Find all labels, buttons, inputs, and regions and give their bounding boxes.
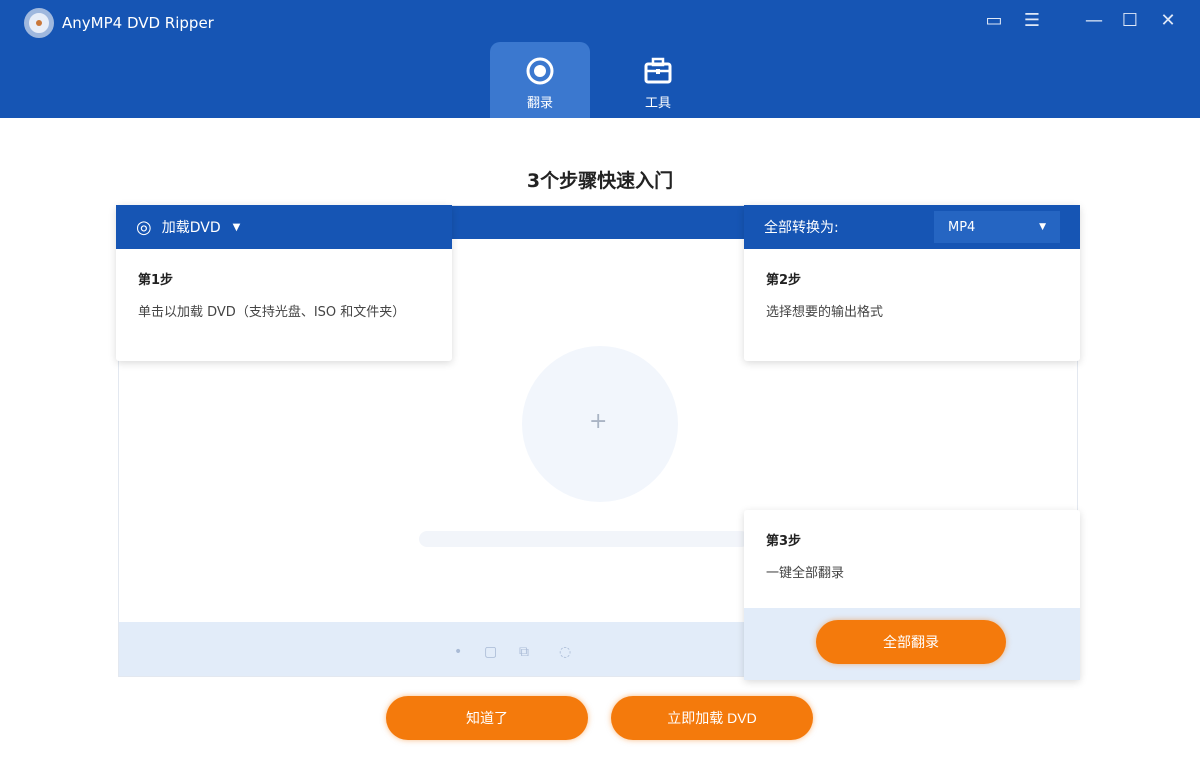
load-dvd-label: 加载DVD — [161, 220, 221, 236]
caret-down-icon: ▼ — [1039, 222, 1046, 232]
format-select[interactable]: MP4 ▼ — [934, 211, 1060, 243]
app-logo-icon — [24, 8, 54, 38]
rip-all-button[interactable]: 全部翻录 — [816, 620, 1006, 664]
minimize-icon[interactable]: — — [1082, 10, 1106, 31]
step3-card: 第3步 一键全部翻录 全部翻录 — [744, 510, 1080, 680]
tab-ripper[interactable]: 翻录 — [490, 42, 590, 118]
maximize-icon[interactable]: ☐ — [1118, 10, 1142, 31]
title-bar: AnyMP4 DVD Ripper ▭ ☰ — ☐ ✕ 翻录 工具 — [0, 0, 1200, 118]
step-label: 第2步 — [766, 273, 802, 288]
step-desc: 选择想要的输出格式 — [766, 305, 884, 320]
settings-icon[interactable]: ◌ — [559, 644, 571, 660]
caret-down-icon: ▼ — [232, 221, 241, 233]
step-label: 第1步 — [138, 273, 174, 288]
feedback-icon[interactable]: ▭ — [982, 10, 1006, 31]
step-desc: 单击以加载 DVD（支持光盘、ISO 和文件夹） — [138, 305, 406, 320]
load-dvd-now-button[interactable]: 立即加载 DVD — [611, 696, 813, 740]
preview-icon[interactable]: ⧉ — [519, 644, 529, 660]
tab-toolbox[interactable]: 工具 — [608, 42, 708, 118]
menu-icon[interactable]: ☰ — [1020, 10, 1044, 31]
step-label: 第3步 — [766, 534, 802, 549]
add-icon[interactable]: + — [589, 409, 607, 434]
disc-icon — [526, 57, 554, 85]
folder-icon[interactable]: ▢ — [484, 644, 497, 660]
step-desc: 一键全部翻录 — [766, 566, 845, 581]
step2-card: 全部转换为: MP4 ▼ 第2步 选择想要的输出格式 — [744, 205, 1080, 361]
tab-label: 翻录 — [526, 96, 553, 111]
page-title: 3个步骤快速入门 — [526, 170, 674, 192]
convert-all-label: 全部转换为: — [764, 220, 839, 236]
step1-card: ◎ 加载DVD ▼ 第1步 单击以加载 DVD（支持光盘、ISO 和文件夹） — [116, 205, 452, 361]
placeholder-bar — [419, 531, 749, 547]
load-dvd-icon: ◎ — [136, 216, 152, 238]
load-dvd-button[interactable]: ◎ 加载DVD ▼ — [116, 205, 452, 249]
dot-icon: • — [454, 644, 463, 660]
toolbox-icon — [644, 57, 672, 84]
format-value: MP4 — [948, 219, 976, 235]
close-icon[interactable]: ✕ — [1156, 10, 1180, 31]
tab-label: 工具 — [644, 96, 671, 111]
got-it-button[interactable]: 知道了 — [386, 696, 588, 740]
app-title: AnyMP4 DVD Ripper — [62, 14, 214, 32]
